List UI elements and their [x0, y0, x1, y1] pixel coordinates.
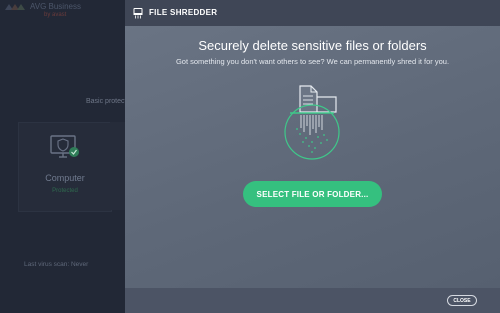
brand-name: AVG Business [30, 2, 81, 11]
dialog-subtext: Got something you don't want others to s… [175, 57, 450, 66]
last-virus-scan-text: Last virus scan: Never [24, 261, 89, 268]
dialog-title: FILE SHREDDER [149, 8, 218, 17]
brand-subtitle: by avast [44, 12, 67, 18]
dialog-titlebar: FILE SHREDDER [125, 0, 500, 26]
dialog-footer: CLOSE [125, 288, 500, 313]
computer-card[interactable]: Computer Protected [18, 122, 112, 212]
basic-protection-label: Basic protect [86, 98, 127, 105]
shredder-icon [133, 8, 143, 19]
monitor-shield-icon [50, 135, 79, 158]
close-button[interactable]: CLOSE [447, 295, 477, 306]
select-file-or-folder-button[interactable]: SELECT FILE OR FOLDER... [243, 181, 382, 207]
brand: AVG Business by avast [4, 2, 81, 20]
card-strip [110, 122, 125, 210]
file-shredder-illustration [284, 85, 340, 160]
file-shredder-dialog: FILE SHREDDER Securely delete sensitive … [125, 0, 500, 313]
dialog-heading: Securely delete sensitive files or folde… [198, 38, 427, 53]
computer-card-title: Computer [45, 173, 85, 183]
sidebar: AVG Business by avast Basic protect Comp… [0, 0, 127, 313]
avg-logo-icon [5, 4, 25, 10]
computer-card-status: Protected [52, 188, 78, 194]
